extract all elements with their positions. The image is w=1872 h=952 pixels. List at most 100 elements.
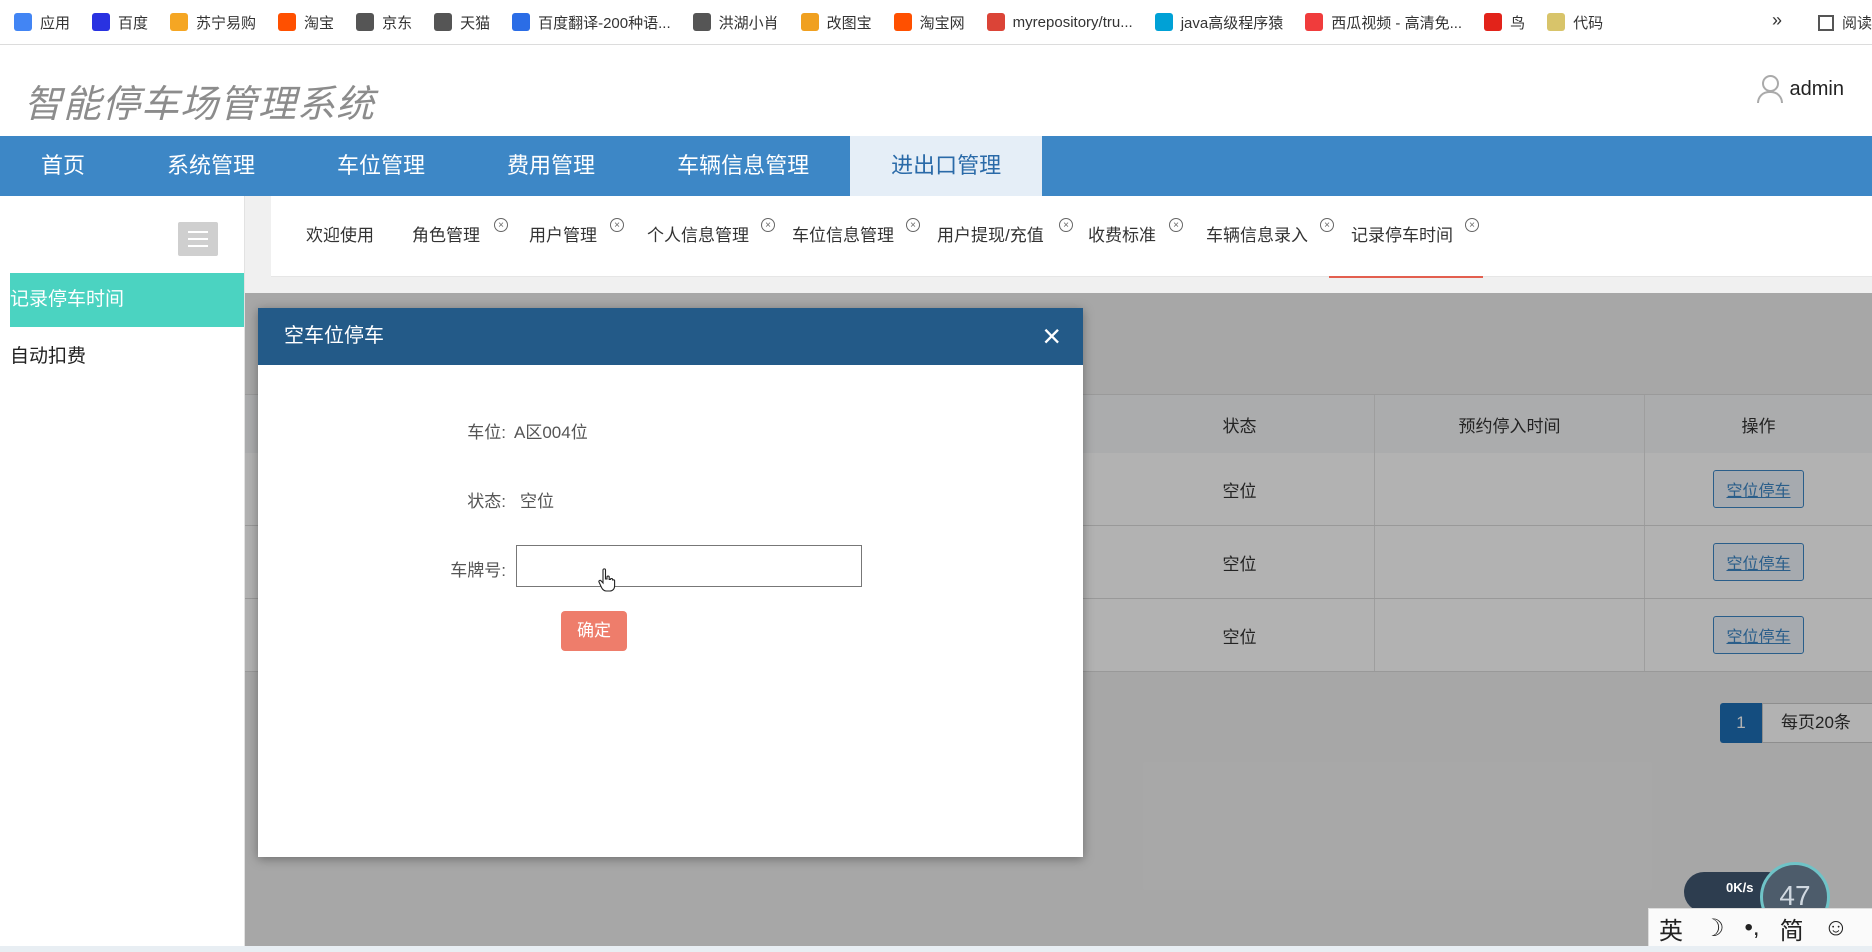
bookmark-item[interactable]: 改图宝 [800,12,872,33]
bookmark-label: 应用 [40,14,71,32]
tab-label: 记录停车时间 [1351,226,1453,245]
emoji-icon[interactable]: ☺ [1824,914,1849,942]
reading-list-icon [1817,14,1834,31]
nav-entry-exit[interactable]: 进出口管理 [850,136,1043,196]
bookmark-label: 代码 [1573,14,1604,32]
bookmark-label: myrepository/tru... [1012,13,1133,31]
dialog-title: 空车位停车 [284,325,384,347]
bookmark-item[interactable]: myrepository/tru... [986,13,1133,31]
tab-label: 用户提现/充值 [937,226,1044,245]
bookmark-label: 洪湖小肖 [718,14,779,32]
tab-close-icon[interactable]: × [1059,218,1073,232]
tab-label: 角色管理 [412,226,480,245]
bookmark-label: 天猫 [460,14,491,32]
baidu-paw-icon [92,13,111,31]
plate-label: 车牌号: [450,561,506,580]
feather-icon [692,13,711,31]
taskbar-strip [0,946,1872,952]
tab-label: 欢迎使用 [306,226,374,245]
bookmark-item[interactable]: 应用 [14,12,70,33]
tab-parking-info[interactable]: 车位信息管理 × [792,196,920,276]
tab-label: 用户管理 [529,226,597,245]
bookmark-label: 京东 [382,14,413,32]
tab-label: 收费标准 [1088,226,1156,245]
tab-close-icon[interactable]: × [761,218,775,232]
bookmark-label: 淘宝 [304,14,335,32]
taobao-icon [278,13,297,31]
tab-close-icon[interactable]: × [1169,218,1183,232]
bookmark-item[interactable]: java高级程序猿 [1154,12,1284,33]
suning-icon [170,13,189,31]
bookmark-item[interactable]: 洪湖小肖 [692,12,779,33]
punctuation-icon[interactable]: •, [1745,914,1760,942]
translate-icon [512,13,531,31]
dialog-header: 空车位停车 × [258,308,1083,365]
ime-toolbar: 英 ☽ •, 简 ☺ [1648,908,1872,948]
bookmark-item[interactable]: 淘宝 [278,12,334,33]
tab-fee-standard[interactable]: 收费标准 × [1088,196,1183,276]
bird-icon [1484,13,1503,31]
bookmarks-more-button[interactable]: » [1772,10,1782,31]
reading-list-label: 阅读 [1841,15,1872,32]
tab-welcome[interactable]: 欢迎使用 [306,196,374,276]
nav-system[interactable]: 系统管理 [126,136,296,196]
tab-close-icon[interactable]: × [610,218,624,232]
tab-label: 车辆信息录入 [1206,226,1308,245]
chrome-icon [986,13,1005,31]
bookmark-item[interactable]: 天猫 [434,12,490,33]
bookmark-label: 淘宝网 [919,14,965,32]
nav-vehicle-info[interactable]: 车辆信息管理 [636,136,850,196]
tab-close-icon[interactable]: × [494,218,508,232]
space-value: A区004位 [514,423,588,442]
tab-record-parking-time[interactable]: 记录停车时间 × [1329,196,1483,278]
tab-label: 个人信息管理 [647,226,749,245]
bookmark-item[interactable]: 代码 [1547,12,1603,33]
tab-withdraw-recharge[interactable]: 用户提现/充值 × [937,196,1073,276]
tab-role[interactable]: 角色管理 × [412,196,508,276]
bookmark-item[interactable]: 西瓜视频 - 高清免... [1305,12,1462,33]
reading-list-button[interactable]: 阅读 [1817,12,1872,33]
tab-close-icon[interactable]: × [1465,218,1479,232]
bookmark-label: 百度翻译-200种语... [538,14,671,32]
nav-home[interactable]: 首页 [0,136,126,196]
bookmark-item[interactable]: 百度翻译-200种语... [512,12,671,33]
moon-icon[interactable]: ☽ [1703,914,1725,943]
confirm-button[interactable]: 确定 [561,611,627,651]
app-header: 智能停车场管理系统 admin [0,45,1872,136]
nav-fee[interactable]: 费用管理 [466,136,636,196]
bookmark-item[interactable]: 淘宝网 [893,12,965,33]
bookmark-label: java高级程序猿 [1180,14,1284,32]
sidebar-toggle-button[interactable] [178,222,218,256]
ime-lang-toggle[interactable]: 英 [1659,911,1683,946]
sidebar-item-record-parking-time[interactable]: 记录停车时间 [10,273,244,327]
gaitubao-icon [800,13,819,31]
user-menu[interactable]: admin [1756,75,1844,103]
tab-vehicle-entry[interactable]: 车辆信息录入 × [1206,196,1334,276]
apps-grid-icon [14,13,32,31]
globe-icon [434,13,453,31]
ime-simplified-toggle[interactable]: 简 [1780,911,1804,946]
sidebar-item-auto-deduct[interactable]: 自动扣费 [10,330,244,384]
plate-number-input[interactable] [516,545,862,587]
sidebar: 记录停车时间 自动扣费 [0,196,245,952]
app-logo-title: 智能停车场管理系统 [24,82,376,126]
close-icon[interactable]: × [1042,308,1061,365]
tab-user[interactable]: 用户管理 × [529,196,624,276]
bookmark-item[interactable]: 百度 [92,12,148,33]
bookmark-item[interactable]: 京东 [356,12,412,33]
space-label: 车位: [467,423,506,442]
tab-close-icon[interactable]: × [906,218,920,232]
tab-profile[interactable]: 个人信息管理 × [647,196,775,276]
nav-parking-space[interactable]: 车位管理 [296,136,466,196]
bookmark-item[interactable]: 鸟 [1484,12,1525,33]
user-name: admin [1789,77,1844,100]
bookmark-item[interactable]: 苏宁易购 [170,12,256,33]
user-icon [1756,75,1783,103]
code-icon [1547,13,1566,31]
bookmarks-bar: 应用 百度 苏宁易购 淘宝 京东 天猫 百度翻译-200种语... 洪湖小肖 改图宝 淘宝网 myr… [0,0,1872,45]
bilibili-icon [1154,13,1173,31]
xigua-icon [1305,13,1324,31]
hand-cursor-icon [598,568,616,592]
tab-label: 车位信息管理 [792,226,894,245]
tab-bar: 欢迎使用 角色管理 × 用户管理 × 个人信息管理 × 车位信息管理 × 用户提现/充值… [271,196,1872,278]
